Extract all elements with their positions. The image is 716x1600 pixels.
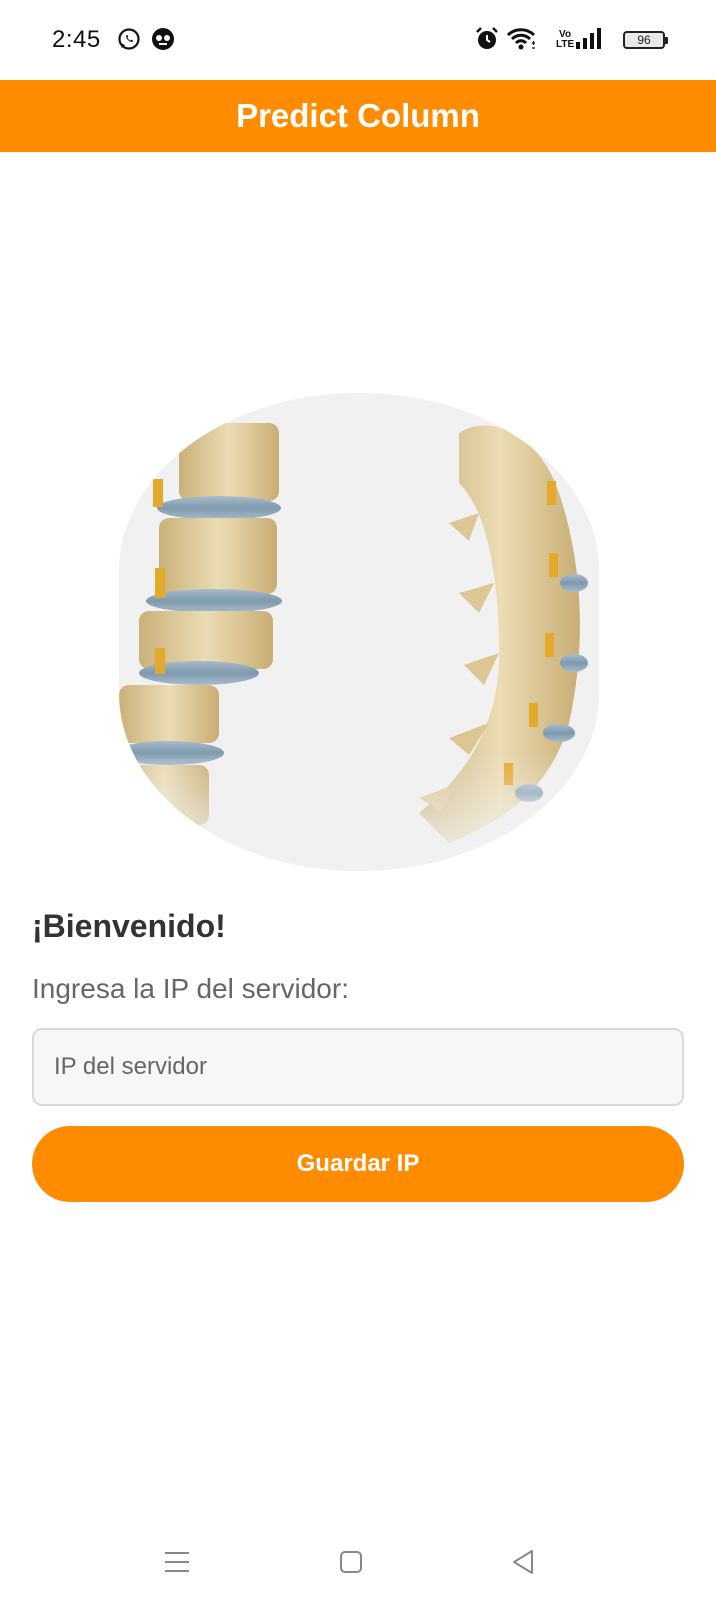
ip-prompt-label: Ingresa la IP del servidor: xyxy=(32,973,349,1004)
server-ip-input[interactable] xyxy=(32,1028,684,1106)
back-icon xyxy=(513,1550,533,1574)
alarm-icon xyxy=(476,27,498,49)
volte-icon: Vo LTE xyxy=(556,29,575,50)
welcome-heading: ¡Bienvenido! xyxy=(32,908,226,944)
whatsapp-icon xyxy=(118,28,140,50)
status-bar: 2:45 Vo LTE 96 xyxy=(0,0,716,80)
save-ip-button[interactable]: Guardar IP xyxy=(32,1126,684,1202)
status-time: 2:45 xyxy=(52,26,101,53)
spine-illustration-icon xyxy=(119,393,599,871)
recents-icon xyxy=(165,1552,189,1572)
recents-button[interactable] xyxy=(157,1542,197,1582)
wifi-icon xyxy=(506,28,536,50)
signal-icon xyxy=(576,28,601,49)
notification-app-icon xyxy=(152,28,174,50)
app-bar: Predict Column xyxy=(0,80,716,152)
system-nav-bar xyxy=(0,1530,716,1600)
back-button[interactable] xyxy=(503,1542,543,1582)
app-title: Predict Column xyxy=(236,97,480,134)
spine-illustration xyxy=(119,393,599,871)
home-button[interactable] xyxy=(331,1542,371,1582)
home-icon xyxy=(340,1551,362,1573)
battery-icon: 96 xyxy=(623,31,668,49)
